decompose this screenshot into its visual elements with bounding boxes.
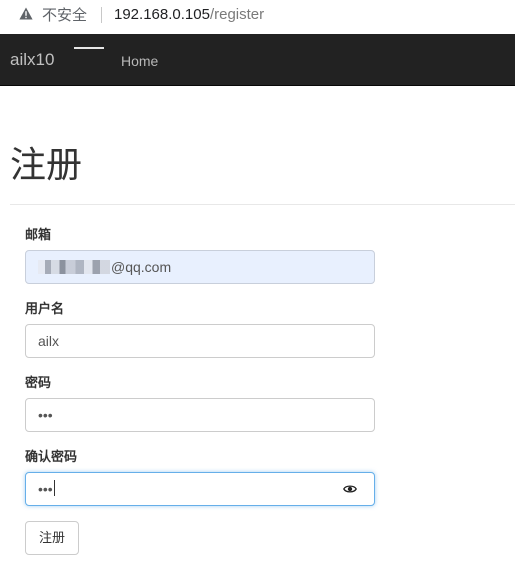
- password-label: 密码: [25, 376, 52, 391]
- email-value: @qq.com: [111, 259, 172, 275]
- email-field[interactable]: @qq.com: [25, 250, 375, 284]
- warning-triangle-icon[interactable]: [19, 7, 33, 20]
- page-title: 注册: [10, 145, 83, 186]
- title-divider: [10, 204, 515, 205]
- url-host: 192.168.0.105: [114, 6, 210, 23]
- browser-address-bar[interactable]: 不安全 192.168.0.105/register: [0, 0, 515, 32]
- register-submit-button[interactable]: 注册: [25, 521, 79, 555]
- navbar-brand[interactable]: ailx10: [10, 49, 54, 71]
- confirm-password-field[interactable]: •••: [25, 472, 375, 506]
- email-label: 邮箱: [25, 228, 52, 243]
- password-field[interactable]: •••: [25, 398, 375, 432]
- username-field[interactable]: ailx: [25, 324, 375, 358]
- confirm-password-value: •••: [38, 481, 53, 497]
- password-value: •••: [38, 407, 53, 423]
- url-path: /register: [209, 6, 265, 23]
- nav-link-home[interactable]: Home: [121, 51, 158, 71]
- site-navbar: ailx10 Home: [0, 34, 515, 86]
- email-redacted-blur: [38, 260, 110, 275]
- security-status-label[interactable]: 不安全: [42, 5, 87, 25]
- username-value: ailx: [38, 333, 60, 349]
- eye-icon[interactable]: [343, 483, 357, 495]
- url-text[interactable]: 192.168.0.105/register: [114, 5, 264, 25]
- navbar-indicator-line: [74, 47, 104, 49]
- text-caret: [53, 480, 55, 497]
- username-label: 用户名: [25, 302, 65, 317]
- address-divider: [101, 7, 102, 23]
- confirm-password-label: 确认密码: [25, 450, 78, 465]
